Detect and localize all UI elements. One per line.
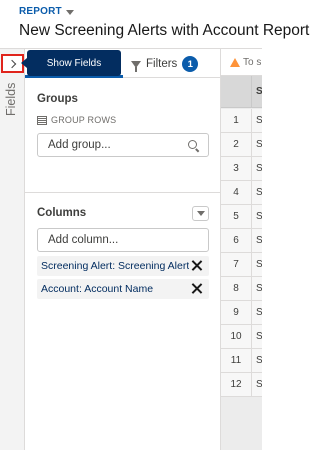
search-icon: [188, 140, 197, 149]
fields-rail-label: Fields: [4, 82, 18, 116]
column-pill[interactable]: Screening Alert: Screening Alert N: [37, 256, 209, 276]
table-row: 11 S: [221, 349, 262, 373]
row-number: 11: [230, 355, 242, 366]
table-row: 5S: [221, 205, 262, 229]
table-cell: S: [256, 163, 262, 174]
report-type-label: REPORT: [19, 6, 62, 17]
table-row: 2S: [221, 133, 262, 157]
filters-count-badge: 1: [182, 56, 199, 72]
table-cell: S: [256, 331, 262, 342]
column-separator: [251, 109, 252, 133]
section-divider: [25, 192, 221, 193]
table-row: 9S: [221, 301, 262, 325]
table-row: 4S: [221, 181, 262, 205]
column-separator: [251, 349, 252, 373]
column-separator: [251, 157, 252, 181]
table-row: 7S: [221, 253, 262, 277]
row-number: 7: [233, 259, 239, 270]
column-separator: [251, 277, 252, 301]
add-group-input[interactable]: [48, 139, 180, 151]
table-row: 10 S: [221, 325, 262, 349]
rows-icon: [37, 115, 47, 125]
column-separator: [251, 325, 252, 349]
column-separator: [251, 76, 252, 108]
table-cell: S: [256, 235, 262, 246]
column-separator: [251, 253, 252, 277]
add-column-input[interactable]: [48, 234, 180, 246]
report-title: New Screening Alerts with Account Report: [19, 22, 310, 39]
column-separator: [251, 205, 252, 229]
row-number: 9: [233, 307, 239, 318]
caret-down-icon: [65, 9, 74, 15]
table-cell: S: [256, 307, 262, 318]
tab-filters-label: Filters: [146, 58, 178, 70]
row-number: 4: [233, 187, 239, 198]
report-header: REPORT New Screening Alerts with Account…: [0, 0, 309, 48]
column-pill-label: Account: Account Name: [41, 283, 154, 295]
row-number: 12: [230, 379, 242, 390]
table-cell: S: [256, 139, 262, 150]
row-number: 3: [233, 163, 239, 174]
column-separator: [251, 301, 252, 325]
column-separator: [251, 133, 252, 157]
show-fields-tooltip: Show Fields: [21, 50, 121, 76]
column-separator: [251, 181, 252, 205]
column-separator: [251, 229, 252, 253]
row-number: 2: [233, 139, 239, 150]
add-group-field[interactable]: [37, 133, 209, 157]
column-pill-label: Screening Alert: Screening Alert N: [41, 260, 189, 272]
outline-panel: Filters 1 Groups GROUP ROWS Columns Scre…: [25, 48, 221, 450]
chevron-down-icon: [196, 211, 205, 216]
report-type-menu[interactable]: REPORT: [19, 6, 74, 17]
tab-filters[interactable]: Filters 1: [131, 56, 199, 72]
groups-title: Groups: [37, 93, 78, 105]
table-cell: S: [256, 259, 262, 270]
grid-header-cell[interactable]: S: [256, 86, 262, 97]
columns-title: Columns: [37, 207, 87, 219]
row-number: 5: [233, 211, 239, 222]
row-number: 6: [233, 235, 239, 246]
group-rows-text: GROUP ROWS: [51, 115, 117, 125]
table-row: 3S: [221, 157, 262, 181]
preview-warning-bar: To s: [221, 49, 262, 76]
table-cell: S: [256, 115, 262, 126]
add-column-field[interactable]: [37, 228, 209, 252]
filter-icon: [131, 60, 141, 72]
fields-rail: Fields: [0, 48, 25, 450]
column-separator: [251, 373, 252, 397]
remove-column-icon[interactable]: [191, 283, 202, 294]
report-preview-grid: To s S 1S2S3S4S5S6S7S8S9S10S11S12S: [221, 48, 262, 450]
table-cell: S: [256, 379, 262, 390]
column-pill[interactable]: Account: Account Name: [37, 279, 209, 299]
table-row: 1S: [221, 109, 262, 133]
group-rows-label: GROUP ROWS: [37, 115, 116, 125]
table-cell: S: [256, 355, 262, 366]
remove-column-icon[interactable]: [191, 260, 202, 271]
table-cell: S: [256, 187, 262, 198]
table-cell: S: [256, 211, 262, 222]
columns-menu-button[interactable]: [192, 206, 209, 221]
table-row: 12 S: [221, 373, 262, 397]
chevron-right-icon: [7, 59, 16, 68]
row-number: 1: [233, 115, 239, 126]
table-row: 6S: [221, 229, 262, 253]
preview-warning-text: To s: [243, 56, 262, 68]
table-cell: S: [256, 283, 262, 294]
row-number: 10: [230, 331, 242, 342]
grid-header-row: S: [221, 76, 262, 108]
row-number: 8: [233, 283, 239, 294]
table-row: 8S: [221, 277, 262, 301]
warning-icon: [230, 57, 240, 67]
